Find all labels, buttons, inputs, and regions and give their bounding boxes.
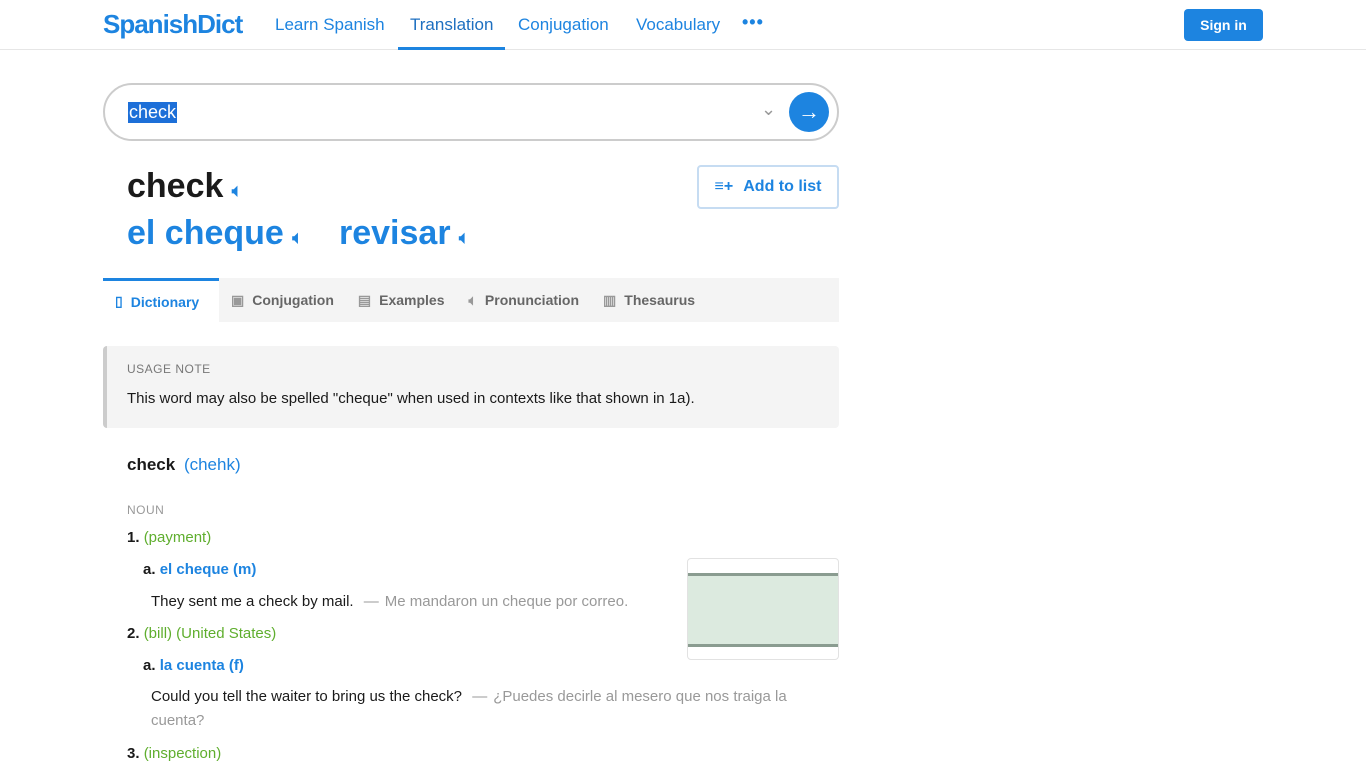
tab-thesaurus[interactable]: ▥ Thesaurus: [591, 278, 707, 322]
sense-2a: a. la cuenta (f): [143, 657, 244, 674]
tab-conjugation[interactable]: ▣ Conjugation: [219, 278, 346, 322]
pronunciation[interactable]: (chehk): [184, 455, 241, 474]
search-submit-button[interactable]: →: [789, 92, 829, 132]
tab-label: Conjugation: [252, 292, 334, 308]
book-icon: ▯: [115, 293, 123, 309]
speaker-icon: 🔈︎: [468, 291, 477, 308]
example-2: Could you tell the waiter to bring us th…: [151, 685, 841, 733]
example-es: Me mandaron un cheque por correo.: [384, 593, 629, 610]
sense-context: (inspection): [143, 745, 222, 762]
speaker-icon[interactable]: 🔈︎: [292, 227, 304, 249]
chevron-down-icon[interactable]: ⌄: [761, 99, 776, 120]
tab-dictionary[interactable]: ▯ Dictionary: [103, 278, 219, 322]
sense-context: (payment): [143, 529, 212, 546]
logo[interactable]: SpanishDict: [103, 9, 243, 40]
sense-translation[interactable]: la cuenta (f): [160, 657, 244, 674]
usage-note-title: USAGE NOTE: [127, 362, 211, 376]
sense-translation[interactable]: el cheque (m): [160, 561, 257, 578]
example-en: They sent me a check by mail.: [151, 593, 354, 610]
add-to-list-label: Add to list: [743, 178, 822, 195]
dash: —: [472, 688, 488, 705]
search-input[interactable]: check ⌄ →: [103, 83, 839, 141]
sense-number: 3.: [127, 745, 140, 762]
sense-2: 2. (bill) (United States): [127, 625, 276, 642]
dictionary-tabs: ▯ Dictionary ▣ Conjugation ▤ Examples 🔈︎ Pro…: [103, 278, 839, 322]
open-book-icon: ▥: [603, 291, 617, 308]
tab-label: Pronunciation: [484, 292, 580, 308]
usage-note-text: This word may also be spelled "cheque" w…: [127, 390, 695, 407]
translation-text[interactable]: revisar: [339, 214, 451, 252]
subsense-letter: a.: [143, 561, 156, 578]
sense-3: 3. (inspection): [127, 745, 221, 762]
nav-vocabulary[interactable]: Vocabulary: [636, 15, 720, 35]
nav-translation[interactable]: Translation: [410, 15, 493, 35]
tab-examples[interactable]: ▤ Examples: [346, 278, 457, 322]
tab-pronunciation[interactable]: 🔈︎ Pronunciation: [457, 278, 592, 322]
example-en: Could you tell the waiter to bring us th…: [151, 688, 463, 705]
check-image: [687, 558, 839, 660]
sense-1: 1. (payment): [127, 529, 211, 546]
headword: check 🔈︎: [127, 167, 243, 206]
speaker-icon[interactable]: 🔈︎: [459, 227, 471, 249]
check-illustration: [688, 573, 838, 647]
translation-1[interactable]: el cheque 🔈︎: [127, 214, 304, 253]
tab-label: Thesaurus: [624, 292, 696, 308]
arrow-right-icon: →: [798, 99, 820, 124]
speaker-icon[interactable]: 🔈︎: [231, 180, 243, 202]
sign-in-button[interactable]: Sign in: [1184, 9, 1263, 41]
more-menu-icon[interactable]: •••: [742, 12, 764, 33]
ar-icon: ▣: [231, 291, 245, 308]
tab-label: Examples: [379, 292, 445, 308]
example-1: They sent me a check by mail. — Me mandar…: [151, 593, 628, 610]
subsense-letter: a.: [143, 657, 156, 674]
translation-2[interactable]: revisar 🔈︎: [339, 214, 471, 253]
nav-learn-spanish[interactable]: Learn Spanish: [275, 15, 385, 35]
sense-number: 2.: [127, 625, 140, 642]
tab-label: Dictionary: [130, 293, 200, 310]
translation-text[interactable]: el cheque: [127, 214, 284, 252]
entry-word: check: [127, 455, 176, 474]
list-add-icon: ≡+: [714, 178, 734, 195]
sense-number: 1.: [127, 529, 140, 546]
active-tab-indicator: [398, 47, 505, 50]
nav-conjugation[interactable]: Conjugation: [518, 15, 609, 35]
add-to-list-button[interactable]: ≡+ Add to list: [697, 165, 839, 209]
entry-heading: check (chehk): [127, 455, 241, 475]
top-nav: SpanishDict Learn Spanish Translation Co…: [0, 0, 1366, 50]
dash: —: [363, 593, 379, 610]
usage-note: USAGE NOTE This word may also be spelled…: [103, 346, 839, 428]
search-value[interactable]: check: [128, 102, 178, 123]
headword-text: check: [127, 167, 224, 205]
sense-1a: a. el cheque (m): [143, 561, 256, 578]
part-of-speech: NOUN: [127, 503, 165, 517]
sense-context: (bill) (United States): [143, 625, 277, 642]
chat-icon: ▤: [357, 291, 372, 308]
